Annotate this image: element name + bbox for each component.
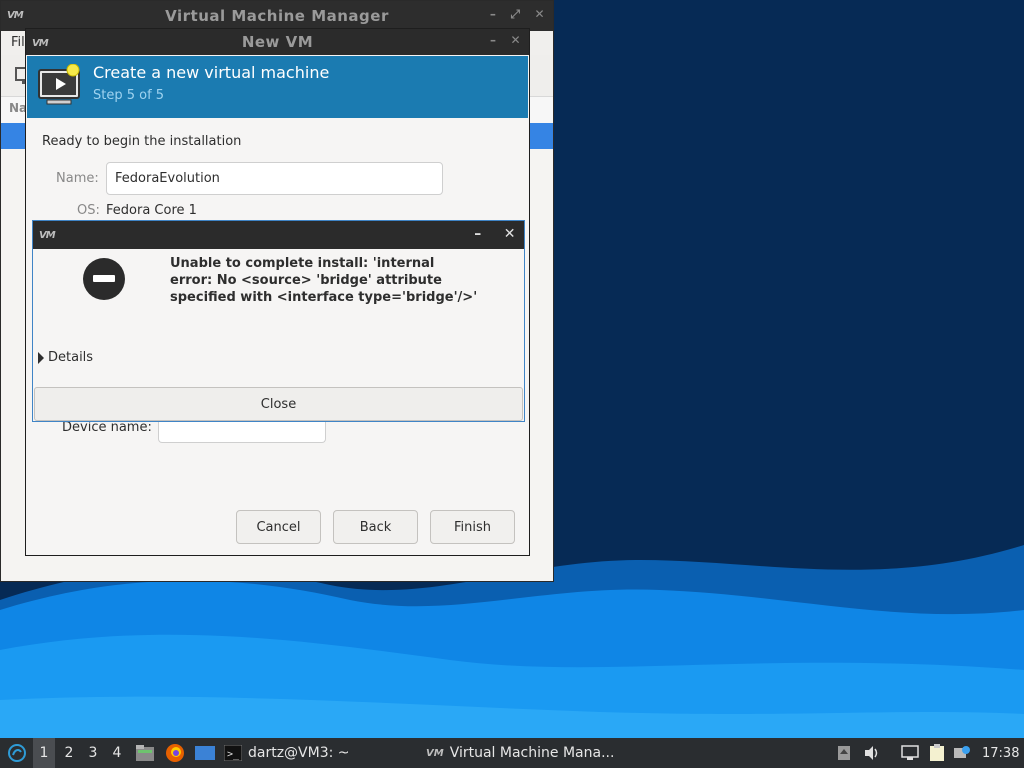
os-label: OS: bbox=[77, 203, 100, 218]
wizard-step: Step 5 of 5 bbox=[93, 88, 165, 103]
error-dialog: VM – ✕ Unable to complete install: 'inte… bbox=[32, 220, 525, 422]
task-label: dartz@VM3: ~ bbox=[248, 745, 350, 761]
expander-arrow-icon bbox=[38, 351, 44, 364]
new-vm-monitor-icon bbox=[38, 64, 80, 105]
menu-file[interactable]: Fil bbox=[11, 35, 25, 50]
wizard-header: Create a new virtual machine Step 5 of 5 bbox=[27, 56, 528, 118]
close-icon[interactable]: ✕ bbox=[504, 226, 516, 242]
workspace-2[interactable]: 2 bbox=[58, 738, 80, 768]
minimize-icon[interactable]: – bbox=[490, 33, 497, 47]
notification-icon[interactable] bbox=[950, 738, 974, 768]
error-icon bbox=[83, 258, 125, 300]
workspace-3[interactable]: 3 bbox=[82, 738, 104, 768]
cancel-button[interactable]: Cancel bbox=[236, 510, 321, 544]
vmm-window-title: Virtual Machine Manager bbox=[165, 7, 389, 25]
new-vm-titlebar[interactable]: VM New VM – ✕ bbox=[26, 29, 529, 55]
details-expander[interactable]: Details bbox=[38, 350, 93, 365]
firefox-icon[interactable] bbox=[162, 738, 188, 768]
clock[interactable]: 17:38 bbox=[982, 738, 1019, 768]
minimize-icon[interactable]: – bbox=[474, 226, 482, 242]
workspace-4[interactable]: 4 bbox=[106, 738, 128, 768]
minimize-icon[interactable]: – bbox=[490, 7, 497, 22]
finish-button[interactable]: Finish bbox=[430, 510, 515, 544]
volume-icon[interactable] bbox=[860, 738, 884, 768]
maximize-icon[interactable]: ⤢ bbox=[510, 7, 520, 22]
vm-logo-icon: VM bbox=[7, 10, 24, 21]
vm-logo-icon: VM bbox=[39, 230, 56, 241]
name-label: Name: bbox=[56, 171, 99, 186]
svg-text:>_: >_ bbox=[227, 749, 240, 760]
details-label: Details bbox=[48, 350, 94, 365]
file-manager-icon[interactable] bbox=[132, 738, 158, 768]
back-button[interactable]: Back bbox=[333, 510, 418, 544]
show-desktop-icon[interactable] bbox=[192, 738, 218, 768]
close-icon[interactable]: ✕ bbox=[534, 7, 545, 22]
task-label: Virtual Machine Mana... bbox=[449, 745, 615, 761]
ready-label: Ready to begin the installation bbox=[42, 134, 242, 149]
name-input[interactable] bbox=[106, 162, 443, 195]
error-dialog-titlebar[interactable]: VM – ✕ bbox=[33, 221, 524, 249]
taskbar-task-vmm[interactable]: VM Virtual Machine Mana... bbox=[426, 738, 614, 768]
error-message: Unable to complete install: 'internal er… bbox=[170, 256, 478, 305]
network-icon[interactable] bbox=[898, 738, 922, 768]
vm-icon: VM bbox=[426, 747, 444, 759]
os-value: Fedora Core 1 bbox=[106, 203, 197, 218]
taskbar: 1 2 3 4 >_ dartz@VM3: ~ VM Virtual Machi… bbox=[0, 738, 1024, 768]
terminal-icon: >_ bbox=[224, 745, 242, 761]
device-name-label: Device name: bbox=[62, 420, 152, 435]
taskbar-task-terminal[interactable]: >_ dartz@VM3: ~ bbox=[224, 738, 350, 768]
close-icon[interactable]: ✕ bbox=[510, 33, 521, 47]
clipboard-icon[interactable] bbox=[925, 738, 949, 768]
vm-logo-icon: VM bbox=[32, 38, 49, 49]
updates-icon[interactable] bbox=[832, 738, 856, 768]
vmm-titlebar[interactable]: VM Virtual Machine Manager – ⤢ ✕ bbox=[1, 1, 553, 31]
new-vm-window-title: New VM bbox=[241, 33, 314, 51]
wizard-title: Create a new virtual machine bbox=[93, 63, 330, 82]
close-button[interactable]: Close bbox=[34, 387, 523, 421]
start-menu-icon[interactable] bbox=[4, 738, 30, 768]
workspace-1[interactable]: 1 bbox=[33, 738, 55, 768]
